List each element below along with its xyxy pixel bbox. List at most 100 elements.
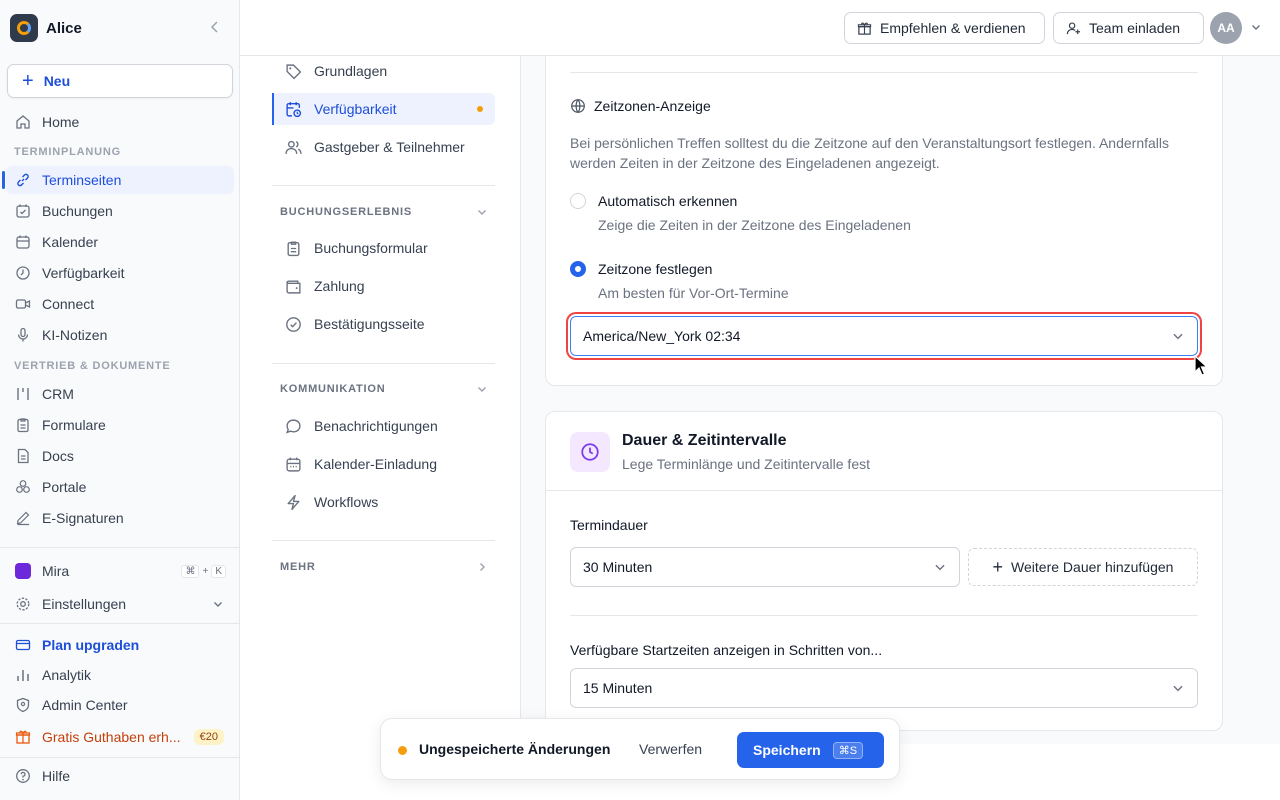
chevron-down-icon	[1171, 329, 1185, 343]
save-button-label: Speichern	[753, 742, 821, 758]
avatar[interactable]: AA	[1210, 12, 1242, 44]
calendar-icon	[284, 455, 302, 473]
user-plus-icon	[1066, 21, 1081, 36]
section-label: KOMMUNIKATION	[280, 383, 386, 395]
sidebar-item-verfuegbarkeit[interactable]: Verfügbarkeit	[6, 259, 234, 287]
subnav-item-label: Benachrichtigungen	[314, 418, 438, 434]
sidebar-item-label: Admin Center	[42, 697, 128, 713]
sidebar-item-ki-notizen[interactable]: KI-Notizen	[6, 321, 234, 349]
subnav-item-kalender-einladung[interactable]: Kalender-Einladung	[272, 448, 495, 480]
subnav-item-verfuegbarkeit[interactable]: Verfügbarkeit	[272, 93, 495, 125]
save-shortcut: ⌘S	[832, 741, 864, 759]
bar-chart-icon	[14, 666, 32, 684]
gift-icon	[14, 728, 32, 746]
sidebar-item-hilfe[interactable]: Hilfe	[6, 762, 234, 790]
refer-button[interactable]: Empfehlen & verdienen	[844, 12, 1045, 44]
sidebar-item-connect[interactable]: Connect	[6, 290, 234, 318]
duration-card: Dauer & Zeitintervalle Lege Terminlänge …	[545, 411, 1223, 731]
sidebar-item-label: Docs	[42, 448, 74, 464]
subnav-item-gastgeber[interactable]: Gastgeber & Teilnehmer	[272, 131, 495, 163]
subnav-item-label: Grundlagen	[314, 63, 388, 79]
link-icon	[14, 171, 32, 189]
subnav-item-label: Gastgeber & Teilnehmer	[314, 139, 465, 155]
duration-subtitle: Lege Terminlänge und Zeitintervalle fest	[622, 456, 871, 472]
sidebar-item-label: Kalender	[42, 234, 99, 250]
sidebar-divider	[0, 757, 239, 758]
video-icon	[14, 295, 32, 313]
sidebar-item-label: Hilfe	[42, 768, 71, 784]
radio-label: Automatisch erkennen	[598, 193, 738, 209]
card-divider	[570, 615, 1198, 616]
interval-select[interactable]: 15 Minuten	[570, 668, 1198, 708]
collapse-sidebar-icon[interactable]	[208, 20, 222, 37]
sidebar-item-analytik[interactable]: Analytik	[6, 661, 234, 689]
mira-shortcut: ⌘ + K	[181, 564, 226, 578]
sidebar-item-terminseiten[interactable]: Terminseiten	[2, 166, 234, 194]
sidebar-item-formulare[interactable]: Formulare	[6, 411, 234, 439]
shortcut-key: ⌘	[181, 564, 200, 578]
portal-icon	[14, 478, 32, 496]
unsaved-changes-bar: Ungespeicherte Änderungen Verwerfen Spei…	[380, 718, 900, 780]
clipboard-icon	[14, 416, 32, 434]
top-bar: Empfehlen & verdienen Team einladen AA	[240, 0, 1280, 56]
users-icon	[284, 138, 302, 156]
section-booking-experience[interactable]: BUCHUNGSERLEBNIS	[280, 206, 488, 218]
sidebar-item-gratis-guthaben[interactable]: Gratis Guthaben erh... €20	[6, 723, 234, 751]
sidebar-item-kalender[interactable]: Kalender	[6, 228, 234, 256]
new-button[interactable]: + Neu	[7, 64, 233, 98]
sidebar-item-label: Plan upgraden	[42, 637, 140, 653]
section-scheduling: TERMINPLANUNG	[14, 146, 121, 158]
sidebar-item-portale[interactable]: Portale	[6, 473, 234, 501]
sidebar-item-buchungen[interactable]: Buchungen	[6, 197, 234, 225]
section-communication[interactable]: KOMMUNIKATION	[280, 383, 488, 395]
subnav-item-bestaetigungsseite[interactable]: Bestätigungsseite	[272, 308, 495, 340]
shortcut-plus: +	[202, 565, 209, 577]
sidebar-item-plan-upgraden[interactable]: Plan upgraden	[6, 631, 234, 659]
sidebar-item-mira[interactable]: Mira ⌘ + K	[6, 557, 234, 585]
chevron-right-icon	[476, 561, 488, 573]
sidebar-item-label: KI-Notizen	[42, 327, 108, 343]
sidebar-item-home[interactable]: Home	[6, 108, 234, 136]
subnav-item-buchungsformular[interactable]: Buchungsformular	[272, 232, 495, 264]
radio-label: Zeitzone festlegen	[598, 261, 713, 277]
discard-button[interactable]: Verwerfen	[639, 741, 702, 757]
chat-icon	[284, 417, 302, 435]
chevron-down-icon[interactable]	[1250, 20, 1262, 36]
sidebar-divider	[0, 623, 239, 624]
subnav-item-workflows[interactable]: Workflows	[272, 486, 495, 518]
section-more[interactable]: MEHR	[280, 561, 488, 573]
plus-icon: +	[992, 556, 1004, 577]
add-duration-button[interactable]: + Weitere Dauer hinzufügen	[968, 548, 1198, 586]
sidebar-item-docs[interactable]: Docs	[6, 442, 234, 470]
wallet-icon	[284, 277, 302, 295]
subnav-divider	[272, 540, 495, 541]
timezone-select[interactable]: America/New_York 02:34	[570, 316, 1198, 356]
subnav-item-benachrichtigungen[interactable]: Benachrichtigungen	[272, 410, 495, 442]
event-settings-nav: Grundlagen Verfügbarkeit Gastgeber & Tei…	[240, 56, 521, 744]
globe-icon	[570, 98, 586, 114]
clock-icon	[570, 432, 610, 472]
subnav-item-zahlung[interactable]: Zahlung	[272, 270, 495, 302]
timezone-title: Zeitzonen-Anzeige	[570, 98, 711, 114]
radio-description: Am besten für Vor-Ort-Termine	[598, 285, 789, 301]
sidebar-item-e-signaturen[interactable]: E-Signaturen	[6, 504, 234, 532]
radio-button[interactable]	[570, 193, 586, 209]
sidebar-item-einstellungen[interactable]: Einstellungen	[6, 590, 234, 618]
workspace-switcher[interactable]: Alice	[10, 14, 230, 42]
sidebar-item-label: Home	[42, 114, 80, 130]
sidebar-item-crm[interactable]: CRM	[6, 380, 234, 408]
radio-fixed-timezone[interactable]: Zeitzone festlegen Am besten für Vor-Ort…	[570, 259, 789, 303]
sidebar-item-admin-center[interactable]: Admin Center	[6, 691, 234, 719]
chevron-down-icon	[212, 598, 224, 610]
mira-icon	[14, 562, 32, 580]
radio-auto-detect[interactable]: Automatisch erkennen Zeige die Zeiten in…	[570, 191, 911, 235]
duration-select-value: 30 Minuten	[583, 559, 653, 575]
subnav-item-grundlagen[interactable]: Grundlagen	[272, 55, 495, 87]
invite-team-button[interactable]: Team einladen	[1053, 12, 1204, 44]
timezone-card: Zeitzonen-Anzeige Bei persönlichen Treff…	[545, 56, 1223, 386]
duration-select[interactable]: 30 Minuten	[570, 547, 960, 587]
save-button[interactable]: Speichern ⌘S	[737, 732, 884, 768]
sidebar-item-label: Analytik	[42, 667, 92, 683]
radio-button-selected[interactable]	[570, 261, 586, 277]
chevron-down-icon	[1171, 681, 1185, 695]
